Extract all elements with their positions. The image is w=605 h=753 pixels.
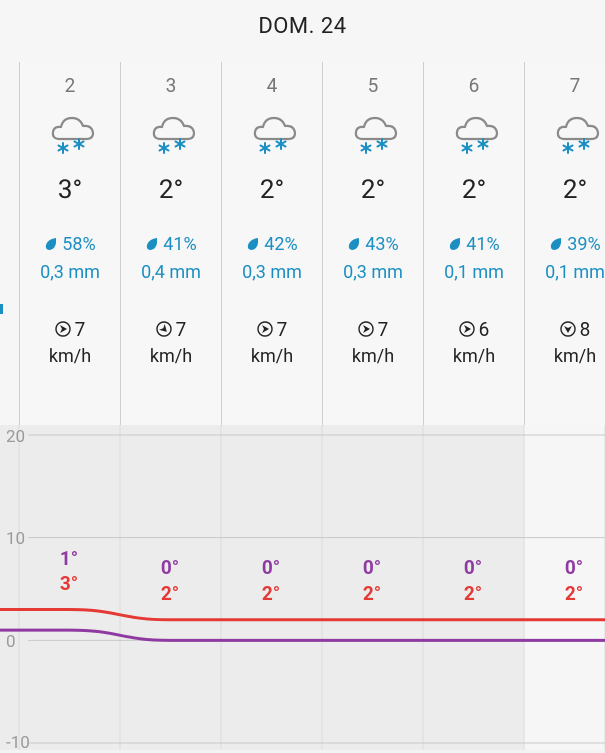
snow-cloud-icon	[553, 109, 603, 159]
hour-label: 6	[468, 74, 480, 97]
humidity: 39%	[525, 234, 605, 255]
wind-direction-icon	[54, 319, 71, 337]
min-temp-label: 1°	[59, 547, 79, 570]
snow-cloud-icon	[250, 109, 300, 159]
humidity: 41%	[424, 234, 524, 255]
humidity-value: 42%	[264, 234, 298, 255]
wind: 6	[424, 318, 524, 341]
humidity-value: 41%	[466, 234, 500, 255]
y-tick-label: 10	[6, 529, 26, 549]
hour-label: 4	[266, 74, 278, 97]
wind-speed: 7	[175, 318, 187, 341]
drop-icon	[448, 235, 462, 250]
rain-amount: 0,3 mm	[242, 262, 302, 283]
drop-icon	[347, 235, 361, 250]
wind-unit: km/h	[452, 346, 496, 367]
hour-label: 5	[367, 74, 379, 97]
max-temp-label: 2°	[160, 582, 180, 605]
hour-column[interactable]: 2 3° 58% 0,3 mm 7 km/h	[19, 62, 120, 425]
wind: 7	[121, 318, 221, 341]
humidity: 41%	[121, 234, 221, 255]
hour-label: 2	[64, 74, 76, 97]
temperature: 2°	[461, 175, 487, 205]
rain-amount: 0,3 mm	[343, 262, 403, 283]
y-tick-label: 0	[6, 632, 16, 652]
temperature: 3°	[57, 175, 83, 205]
hour-column[interactable]: 5 2° 43% 0,3 mm 7 km/h	[322, 62, 423, 425]
temperature: 2°	[259, 175, 285, 205]
min-temp-label: 0°	[261, 556, 281, 579]
humidity-value: 41%	[163, 234, 197, 255]
humidity: 42%	[222, 234, 322, 255]
wind-unit: km/h	[149, 346, 193, 367]
y-tick-label: 20	[6, 427, 26, 447]
wind-unit: km/h	[351, 346, 395, 367]
max-temp-label: 2°	[362, 582, 382, 605]
wind-direction-icon	[559, 319, 576, 337]
wind: 7	[20, 318, 120, 341]
rain-amount: 0,1 mm	[545, 262, 605, 283]
wind-speed: 7	[276, 318, 288, 341]
wind: 8	[525, 318, 605, 341]
drop-icon	[44, 235, 58, 250]
humidity: 58%	[20, 234, 120, 255]
min-temp-label: 0°	[564, 556, 584, 579]
humidity: 43%	[323, 234, 423, 255]
drop-icon	[549, 235, 563, 250]
hour-column[interactable]: 6 2° 41% 0,1 mm 6 km/h	[423, 62, 524, 425]
wind-direction-icon	[155, 319, 172, 337]
day-header: DOM. 24	[0, 0, 605, 62]
wind-direction-icon	[256, 319, 273, 337]
y-tick-label: -10	[6, 733, 30, 753]
temperature: 2°	[562, 175, 588, 205]
wind-speed: 7	[74, 318, 86, 341]
min-temp-label: 0°	[463, 556, 483, 579]
max-temp-label: 2°	[261, 582, 281, 605]
drop-icon	[246, 235, 260, 250]
hour-column[interactable]: 4 2° 42% 0,3 mm 7 km/h	[221, 62, 322, 425]
wind-unit: km/h	[48, 346, 92, 367]
wind-direction-icon	[357, 319, 374, 337]
wind: 7	[323, 318, 423, 341]
wind-speed: 6	[478, 318, 490, 341]
drop-icon	[145, 235, 159, 250]
rain-amount: 0,1 mm	[444, 262, 504, 283]
snow-cloud-icon	[452, 109, 502, 159]
wind-speed: 7	[377, 318, 389, 341]
rain-amount: 0,4 mm	[141, 262, 201, 283]
hourly-forecast-strip[interactable]: 2 3° 58% 0,3 mm 7 km/h 3 2° 41% 0,4 mm 7…	[0, 62, 605, 425]
snow-cloud-icon	[149, 109, 199, 159]
rain-amount: 0,3 mm	[40, 262, 100, 283]
humidity-value: 43%	[365, 234, 399, 255]
hour-column[interactable]: 3 2° 41% 0,4 mm 7 km/h	[120, 62, 221, 425]
wind: 7	[222, 318, 322, 341]
wind-speed: 8	[579, 318, 591, 341]
snow-cloud-icon	[48, 109, 98, 159]
day-title: DOM. 24	[258, 14, 347, 39]
wind-direction-icon	[458, 319, 475, 337]
hour-label: 7	[569, 74, 581, 97]
min-temp-label: 0°	[362, 556, 382, 579]
temperature-chart: 20 10 0 -10 1° 3° 0° 2° 0° 2° 0° 2° 0° 2° 0° 2°	[0, 425, 605, 753]
humidity-value: 58%	[62, 234, 96, 255]
temperature: 2°	[360, 175, 386, 205]
hour-label: 3	[165, 74, 177, 97]
min-temp-label: 0°	[160, 556, 180, 579]
humidity-value: 39%	[567, 234, 601, 255]
max-temp-label: 3°	[59, 572, 79, 595]
max-temp-label: 2°	[463, 582, 483, 605]
wind-unit: km/h	[250, 346, 294, 367]
hour-column[interactable]: 7 2° 39% 0,1 mm 8 km/h	[524, 62, 605, 425]
wind-unit: km/h	[553, 346, 597, 367]
max-temp-label: 2°	[564, 582, 584, 605]
temperature: 2°	[158, 175, 184, 205]
previous-column-edge	[0, 298, 4, 338]
snow-cloud-icon	[351, 109, 401, 159]
